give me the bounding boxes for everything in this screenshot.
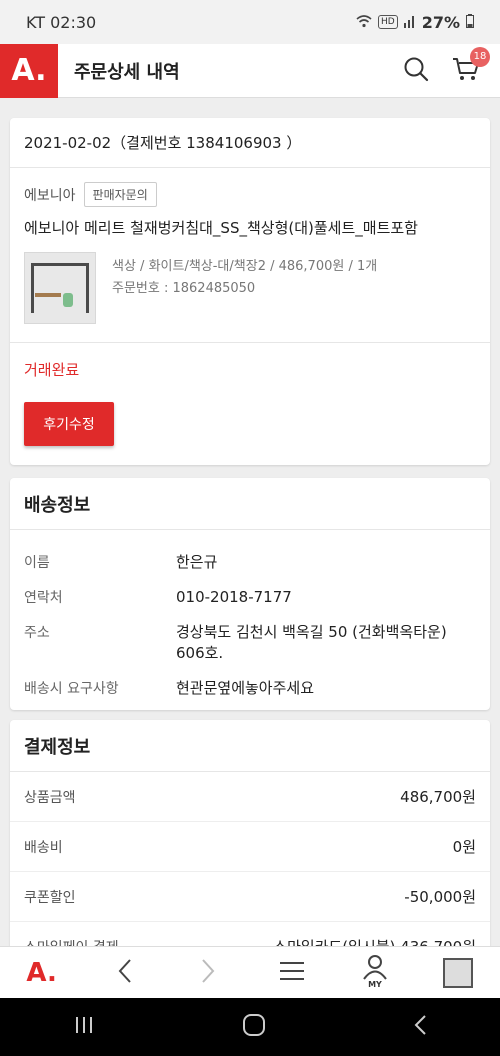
pay-label: 상품금액 <box>24 789 76 806</box>
forward-button[interactable] <box>183 951 233 995</box>
product-row: 색상 / 화이트/책상-대/책장2 / 486,700원 / 1개 주문번호 :… <box>24 252 476 324</box>
shipping-card: 배송정보 이름 한은규 연락처 010-2018-7177 주소 경상북도 김천… <box>10 478 490 710</box>
battery-level: 27% <box>421 12 460 32</box>
info-value: 현관문옆에놓아주세요 <box>176 679 315 697</box>
seller-inquiry-button[interactable]: 판매자문의 <box>83 182 157 207</box>
system-back-icon[interactable] <box>413 1014 427 1040</box>
system-nav <box>0 998 500 1056</box>
recent-view-button[interactable] <box>433 951 483 995</box>
info-label: 주소 <box>24 625 50 641</box>
header-actions: 18 <box>402 46 500 85</box>
wifi-icon <box>356 13 372 32</box>
info-value: 010-2018-7177 <box>176 588 292 606</box>
app-logo[interactable]: A. <box>0 43 58 98</box>
app-header: A. 주문상세 내역 18 <box>0 43 500 98</box>
battery-icon <box>466 13 474 32</box>
product-thumbnail[interactable] <box>24 252 96 324</box>
info-value: 한은규 <box>176 553 218 571</box>
status-time: KT 02:30 <box>26 12 97 32</box>
payment-row: 상품금액 486,700원 <box>10 772 490 822</box>
info-label: 연락처 <box>24 590 63 606</box>
recent-icon <box>443 957 474 988</box>
pay-label: 스마일페이 결제 <box>24 937 119 947</box>
my-page-button[interactable]: MY <box>350 951 400 995</box>
recents-icon[interactable] <box>73 1015 95 1039</box>
seller-row: 에보니아 판매자문의 <box>24 182 476 207</box>
hd-badge: HD <box>378 15 398 29</box>
shipping-title: 배송정보 <box>10 478 490 530</box>
pay-value: 0원 <box>452 838 476 856</box>
pay-label: 쿠폰할인 <box>24 889 76 906</box>
seller-name[interactable]: 에보니아 <box>24 185 76 205</box>
back-icon <box>117 958 133 988</box>
order-status: 거래완료 <box>24 361 80 379</box>
payment-row: 배송비 0원 <box>10 822 490 872</box>
order-body: 에보니아 판매자문의 에보니아 메리트 철재벙커침대_SS_책상형(대)풀세트_… <box>10 168 490 343</box>
payment-title: 결제정보 <box>10 720 490 772</box>
edit-review-button[interactable]: 후기수정 <box>24 402 114 446</box>
pay-value: -50,000원 <box>404 888 476 906</box>
content-area[interactable]: 2021-02-02（결제번호 1384106903 ） 에보니아 판매자문의 … <box>0 98 500 946</box>
shipping-row-request: 배송시 요구사항 현관문옆에놓아주세요 <box>10 678 490 699</box>
order-date-line: 2021-02-02（결제번호 1384106903 ） <box>10 118 490 168</box>
page-title: 주문상세 내역 <box>74 61 180 83</box>
search-icon <box>403 56 429 86</box>
pay-value: 스마일카드(일시불) 436,700원 <box>273 936 476 946</box>
payment-card: 결제정보 상품금액 486,700원 배송비 0원 쿠폰할인 -50,000원 … <box>10 720 490 946</box>
pay-value: 486,700원 <box>400 788 476 806</box>
menu-button[interactable] <box>267 951 317 995</box>
home-logo-button[interactable]: A. <box>17 951 67 995</box>
signal-icon <box>403 13 416 32</box>
product-name[interactable]: 에보니아 메리트 철재벙커침대_SS_책상형(대)풀세트_매트포함 <box>24 217 476 238</box>
shipping-row-name: 이름 한은규 <box>10 552 490 573</box>
payment-row: 스마일페이 결제 스마일카드(일시불) 436,700원 <box>10 922 490 946</box>
shipping-row-address: 주소 경상북도 김천시 백옥길 50 (건화백옥타운) 606호. <box>10 622 490 664</box>
forward-icon <box>200 958 216 988</box>
cart-button[interactable]: 18 <box>452 46 490 85</box>
my-label: MY <box>368 979 382 989</box>
shipping-row-phone: 연락처 010-2018-7177 <box>10 587 490 608</box>
order-card: 2021-02-02（결제번호 1384106903 ） 에보니아 판매자문의 … <box>10 118 490 465</box>
menu-icon <box>279 960 305 986</box>
order-number: 주문번호 : 1862485050 <box>112 281 256 296</box>
back-button[interactable] <box>100 951 150 995</box>
info-value: 경상북도 김천시 백옥길 50 (건화백옥타운) 606호. <box>176 623 447 662</box>
product-meta: 색상 / 화이트/책상-대/책장2 / 486,700원 / 1개 주문번호 :… <box>112 252 377 324</box>
info-label: 배송시 요구사항 <box>24 681 119 697</box>
payment-row: 쿠폰할인 -50,000원 <box>10 872 490 922</box>
status-icons: HD 27% <box>356 13 474 32</box>
info-label: 이름 <box>24 555 50 571</box>
pay-label: 배송비 <box>24 839 63 856</box>
home-icon[interactable] <box>242 1013 266 1041</box>
cart-count-badge: 18 <box>470 46 490 67</box>
bottom-nav: A. MY <box>0 946 500 998</box>
product-options: 색상 / 화이트/책상-대/책장2 / 486,700원 / 1개 <box>112 259 378 274</box>
search-button[interactable] <box>402 57 430 85</box>
status-bar: KT 02:30 HD 27% <box>0 0 500 44</box>
